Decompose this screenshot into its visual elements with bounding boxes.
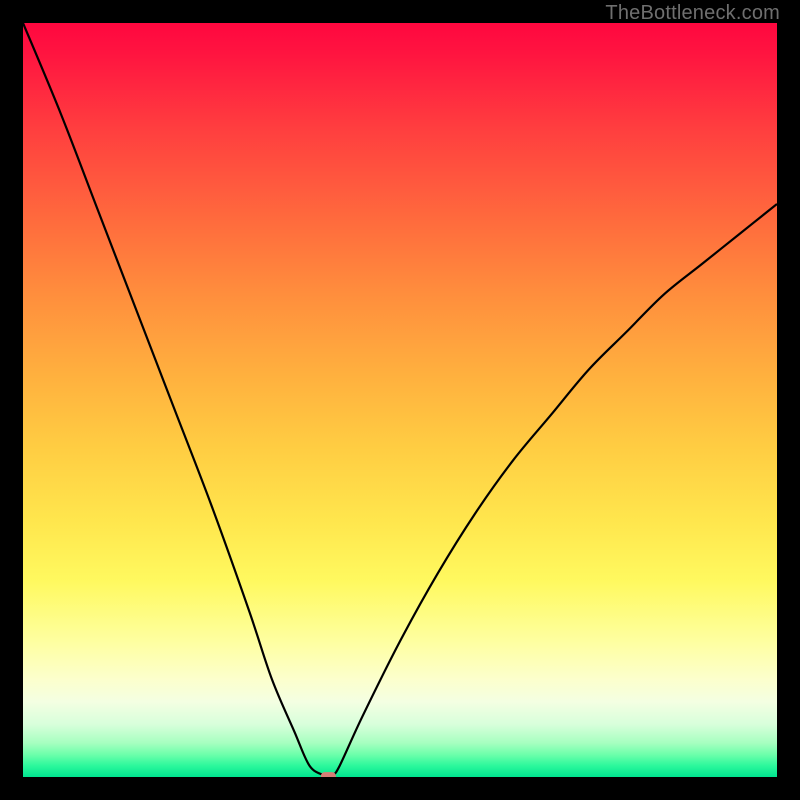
plot-area (23, 23, 777, 777)
bottleneck-curve (23, 23, 777, 777)
minimum-marker (321, 772, 336, 777)
chart-outer-frame: TheBottleneck.com (0, 0, 800, 800)
watermark-text: TheBottleneck.com (605, 2, 780, 25)
curve-layer (23, 23, 777, 777)
